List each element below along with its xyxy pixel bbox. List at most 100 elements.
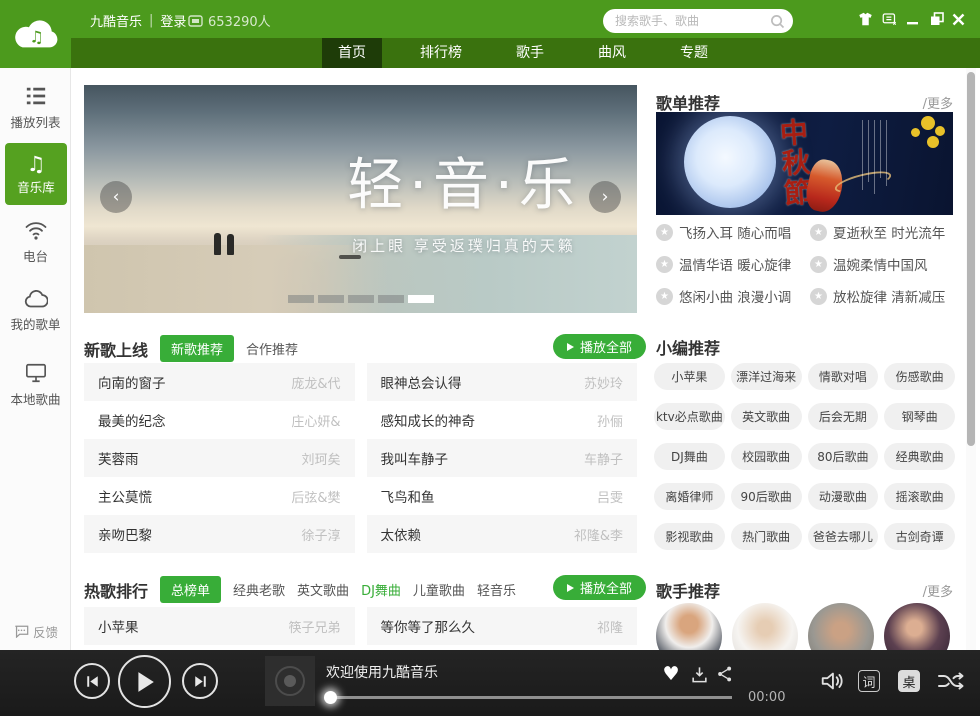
scrollbar-thumb[interactable] bbox=[967, 72, 975, 446]
song-row[interactable]: 亲吻巴黎徐子淳 bbox=[84, 515, 355, 553]
playlist-item[interactable]: ★悠闲小曲 浪漫小调 bbox=[656, 286, 802, 306]
sidebar-item-playlist[interactable]: 播放列表 bbox=[0, 86, 71, 131]
hot-songs-play-all-button[interactable]: 播放全部 bbox=[553, 575, 646, 600]
restore-icon bbox=[930, 12, 944, 26]
nav-tab-artists[interactable]: 歌手 bbox=[500, 38, 560, 68]
tag-pill[interactable]: 经典歌曲 bbox=[884, 443, 955, 470]
tab-dj-dance[interactable]: DJ舞曲 bbox=[361, 580, 401, 599]
sidebar-item-my-playlists[interactable]: 我的歌单 bbox=[0, 290, 71, 333]
feedback-window-button[interactable] bbox=[882, 11, 897, 27]
carousel-next-button[interactable]: › bbox=[589, 181, 621, 213]
tag-pill[interactable]: 校园歌曲 bbox=[731, 443, 802, 470]
play-icon bbox=[135, 671, 155, 693]
cloud-music-logo-icon: ♫ bbox=[13, 17, 59, 51]
tag-pill[interactable]: 爸爸去哪儿 bbox=[808, 523, 879, 550]
feedback-link[interactable]: 反馈 bbox=[14, 622, 58, 641]
playlist-item[interactable]: ★温情华语 暖心旋律 bbox=[656, 254, 802, 274]
sidebar-label: 电台 bbox=[23, 246, 48, 265]
app-logo[interactable]: ♫ bbox=[0, 0, 71, 68]
tag-pill[interactable]: 热门歌曲 bbox=[731, 523, 802, 550]
carousel-dot-active[interactable] bbox=[408, 295, 434, 303]
tag-pill[interactable]: 古剑奇谭 bbox=[884, 523, 955, 550]
tag-pill[interactable]: 影视歌曲 bbox=[654, 523, 725, 550]
progress-knob[interactable] bbox=[324, 691, 337, 704]
tag-pill[interactable]: 英文歌曲 bbox=[731, 403, 802, 430]
tab-light-music[interactable]: 轻音乐 bbox=[477, 580, 516, 599]
carousel-dot[interactable] bbox=[348, 295, 374, 303]
tab-cooperation-rec[interactable]: 合作推荐 bbox=[246, 339, 298, 358]
carousel-dot[interactable] bbox=[378, 295, 404, 303]
progress-bar[interactable] bbox=[326, 696, 732, 699]
shuffle-icon bbox=[937, 670, 965, 692]
share-button[interactable] bbox=[714, 663, 736, 685]
favorite-button[interactable]: ♥ bbox=[660, 664, 682, 684]
tag-pill[interactable]: 漂洋过海来 bbox=[731, 363, 802, 390]
nav-tab-home[interactable]: 首页 bbox=[322, 38, 382, 68]
search-input[interactable] bbox=[615, 14, 770, 28]
tag-pill[interactable]: 离婚律师 bbox=[654, 483, 725, 510]
new-songs-play-all-button[interactable]: 播放全部 bbox=[553, 334, 646, 359]
online-count-text: 653290人 bbox=[208, 11, 271, 30]
song-row[interactable]: 向南的窗子庞龙&代 bbox=[84, 363, 355, 401]
tag-pill[interactable]: 摇滚歌曲 bbox=[884, 483, 955, 510]
star-icon: ★ bbox=[810, 256, 827, 273]
artist-rec-more-link[interactable]: /更多 bbox=[923, 581, 953, 600]
carousel-banner[interactable]: 轻·音·乐 闭上眼 享受返璞归真的天籁 ‹ › bbox=[84, 85, 637, 313]
song-row[interactable]: 主公莫慌后弦&樊 bbox=[84, 477, 355, 515]
song-row[interactable]: 等你等了那么久祁隆 bbox=[367, 607, 638, 645]
playlist-rec-more-link[interactable]: /更多 bbox=[923, 93, 953, 112]
carousel-dot[interactable] bbox=[318, 295, 344, 303]
volume-button[interactable] bbox=[818, 668, 846, 694]
minimize-button[interactable] bbox=[906, 11, 919, 27]
play-mode-button[interactable] bbox=[936, 668, 966, 694]
search-icon[interactable] bbox=[770, 14, 785, 29]
nav-tab-charts[interactable]: 排行榜 bbox=[404, 38, 478, 68]
tag-pill[interactable]: 情歌对唱 bbox=[808, 363, 879, 390]
song-row[interactable]: 感知成长的神奇孙俪 bbox=[367, 401, 638, 439]
previous-track-button[interactable] bbox=[74, 663, 110, 699]
tag-pill[interactable]: 90后歌曲 bbox=[731, 483, 802, 510]
sidebar-item-music-library[interactable]: ♫ 音乐库 bbox=[5, 143, 67, 205]
tag-pill[interactable]: 伤感歌曲 bbox=[884, 363, 955, 390]
tab-total-chart[interactable]: 总榜单 bbox=[160, 576, 221, 603]
tab-classic-songs[interactable]: 经典老歌 bbox=[233, 580, 285, 599]
song-row[interactable]: 芙蓉雨刘珂矣 bbox=[84, 439, 355, 477]
nav-tab-topics[interactable]: 专题 bbox=[664, 38, 724, 68]
song-row[interactable]: 飞鸟和鱼吕雯 bbox=[367, 477, 638, 515]
tab-new-songs-rec[interactable]: 新歌推荐 bbox=[160, 335, 234, 362]
mid-autumn-banner[interactable]: 中秋節 bbox=[656, 112, 953, 215]
lyrics-button[interactable]: 词 bbox=[858, 670, 880, 692]
login-link[interactable]: 登录 bbox=[160, 11, 186, 30]
next-track-button[interactable] bbox=[182, 663, 218, 699]
tag-pill[interactable]: ktv必点歌曲 bbox=[654, 403, 725, 430]
carousel-prev-button[interactable]: ‹ bbox=[100, 181, 132, 213]
tag-pill[interactable]: 小苹果 bbox=[654, 363, 725, 390]
nav-tab-genres[interactable]: 曲风 bbox=[582, 38, 642, 68]
download-button[interactable] bbox=[688, 663, 710, 685]
carousel-dot[interactable] bbox=[288, 295, 314, 303]
sidebar-item-local-songs[interactable]: 本地歌曲 bbox=[0, 363, 71, 408]
desktop-lyrics-button[interactable]: 桌 bbox=[898, 670, 920, 692]
play-button[interactable] bbox=[118, 655, 171, 708]
playlist-item[interactable]: ★飞扬入耳 随心而唱 bbox=[656, 222, 802, 242]
skin-button[interactable] bbox=[858, 11, 873, 27]
tag-pill[interactable]: DJ舞曲 bbox=[654, 443, 725, 470]
song-row[interactable]: 太依赖祁隆&李 bbox=[367, 515, 638, 553]
tag-pill[interactable]: 后会无期 bbox=[808, 403, 879, 430]
search-box[interactable] bbox=[603, 9, 793, 33]
tag-pill[interactable]: 80后歌曲 bbox=[808, 443, 879, 470]
sidebar-item-radio[interactable]: 电台 bbox=[0, 220, 71, 265]
playlist-item[interactable]: ★放松旋律 清新减压 bbox=[810, 286, 956, 306]
tab-children-songs[interactable]: 儿童歌曲 bbox=[413, 580, 465, 599]
song-row[interactable]: 我叫车静子车静子 bbox=[367, 439, 638, 477]
song-row[interactable]: 最美的纪念庄心妍& bbox=[84, 401, 355, 439]
tag-pill[interactable]: 钢琴曲 bbox=[884, 403, 955, 430]
restore-button[interactable] bbox=[930, 11, 944, 27]
song-row[interactable]: 小苹果筷子兄弟 bbox=[84, 607, 355, 645]
tag-pill[interactable]: 动漫歌曲 bbox=[808, 483, 879, 510]
close-button[interactable] bbox=[952, 11, 965, 27]
tab-english-songs[interactable]: 英文歌曲 bbox=[297, 580, 349, 599]
playlist-item[interactable]: ★夏逝秋至 时光流年 bbox=[810, 222, 956, 242]
playlist-item[interactable]: ★温婉柔情中国风 bbox=[810, 254, 956, 274]
song-row[interactable]: 眼神总会认得苏妙玲 bbox=[367, 363, 638, 401]
